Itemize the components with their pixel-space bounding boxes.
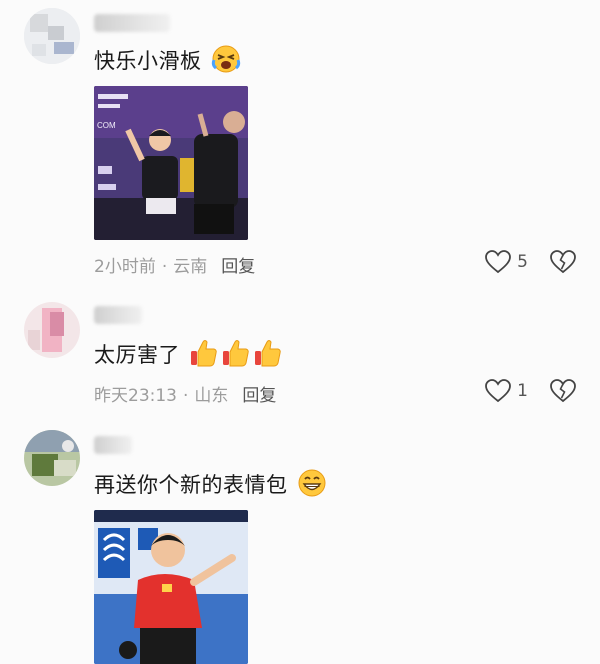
comment-meta: 昨天23:13 · 山东 回复 [94,381,276,406]
comment-item: 快乐小滑板 COM 2小时前 · 云南 回复 5 [0,0,600,300]
comment-location: 山东 [194,386,229,406]
table-tennis-photo: COM [94,86,248,240]
photo-caption: COM [97,121,116,130]
reply-button[interactable]: 回复 [221,257,255,277]
heart-icon [485,379,512,403]
player-photo [94,510,248,664]
avatar-image [24,430,80,486]
separator-dot: · [161,257,168,277]
username-blurred[interactable] [94,436,132,454]
avatar[interactable] [24,8,80,64]
reply-button[interactable]: 回复 [242,386,276,406]
comment-text-content: 快乐小滑板 [94,49,202,73]
comment-text: 再送你个新的表情包 [94,468,327,500]
like-button[interactable]: 5 [485,250,528,274]
like-button[interactable]: 1 [485,379,528,403]
laughing-tears-emoji [211,45,240,73]
thumbs-up-emoji [255,340,281,367]
comment-text: 快乐小滑板 [94,44,241,76]
comment-text-content: 太厉害了 [94,343,180,367]
comment-location: 云南 [173,257,208,277]
comment-photo[interactable] [94,510,248,664]
comment-meta: 2小时前 · 云南 回复 [94,252,255,277]
avatar-image [24,302,80,358]
avatar-image [24,8,80,64]
comment-text-content: 再送你个新的表情包 [94,473,288,497]
comment-text: 太厉害了 [94,338,283,370]
like-count: 5 [517,252,528,272]
dislike-button[interactable] [550,250,576,278]
like-count: 1 [517,381,528,401]
broken-heart-icon [550,379,576,403]
thumbs-up-emoji [223,340,249,367]
comment-time: 昨天23:13 [94,386,177,406]
avatar[interactable] [24,302,80,358]
comment-time: 2小时前 [94,257,156,277]
thumbs-up-emoji [191,340,217,367]
comment-photo[interactable]: COM [94,86,248,240]
comment-item: 再送你个新的表情包 [0,418,600,664]
grin-emoji [298,469,326,497]
avatar[interactable] [24,430,80,486]
separator-dot: · [183,386,189,406]
heart-icon [485,250,512,274]
dislike-button[interactable] [550,379,576,407]
comment-item: 太厉害了 昨天23:13 · 山东 回复 1 [0,300,600,418]
username-blurred[interactable] [94,306,142,324]
broken-heart-icon [550,250,576,274]
username-blurred[interactable] [94,14,170,32]
